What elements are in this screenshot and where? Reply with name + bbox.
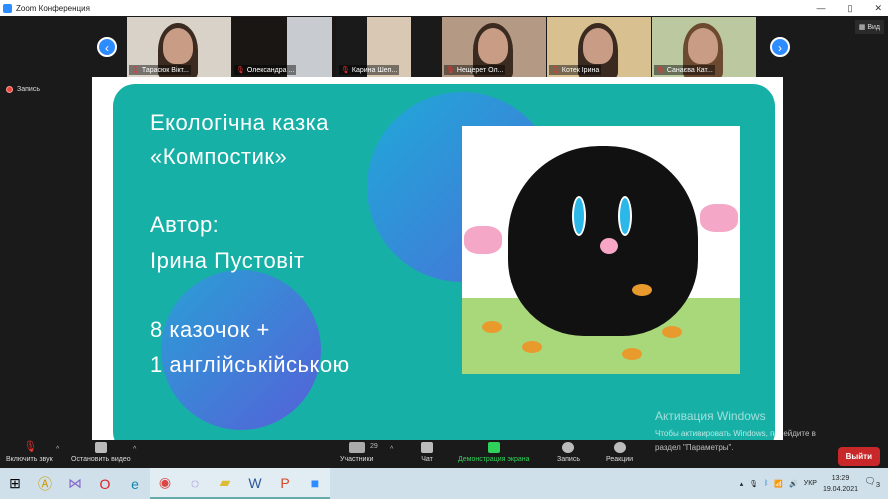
volume-icon[interactable]: 🔊 <box>789 480 798 488</box>
language-indicator[interactable]: УКР <box>804 480 817 487</box>
maximize-button[interactable]: ▯ <box>848 0 853 16</box>
clock[interactable]: 13:29 19.04.2021 <box>823 473 858 495</box>
recording-indicator[interactable]: Запись <box>6 86 40 93</box>
minimize-button[interactable]: — <box>817 0 826 16</box>
notifications-button[interactable]: 🗨3 <box>864 476 880 489</box>
opera-icon[interactable]: O <box>90 468 120 499</box>
edge-icon[interactable]: e <box>120 468 150 499</box>
zoom-logo-icon <box>3 3 12 13</box>
video-options-caret[interactable]: ^ <box>133 446 136 453</box>
record-icon <box>562 442 575 453</box>
participants-button[interactable]: Участники <box>340 442 373 463</box>
chat-icon <box>421 442 433 453</box>
mic-muted-icon: 🎙 <box>131 67 140 74</box>
word-icon[interactable]: W <box>240 468 270 499</box>
windows-activation-hint: Чтобы активировать Windows, перейдите вр… <box>655 429 816 452</box>
reactions-icon <box>613 442 626 453</box>
viber-icon[interactable]: ◌ <box>180 468 210 499</box>
app-icon[interactable]: Ⓐ <box>30 468 60 499</box>
close-button[interactable]: ✕ <box>874 0 882 16</box>
leave-button[interactable]: Выйти <box>837 447 880 466</box>
slide: Екологічна казка «Компостик» Автор: Ірин… <box>113 84 775 440</box>
audio-options-caret[interactable]: ^ <box>56 446 59 453</box>
tales-count: 8 казочок + <box>150 317 270 342</box>
start-icon[interactable]: ⊞ <box>0 468 30 499</box>
chat-button[interactable]: Чат <box>421 442 433 463</box>
slide-title: Екологічна казка <box>150 110 330 135</box>
participant-video[interactable]: 🎙 Нещерет Ол... <box>442 17 546 77</box>
windows-activation-watermark: Активация Windows <box>655 409 766 423</box>
participant-video[interactable]: 🎙 Тарасюк Вікт... <box>127 17 231 77</box>
participants-options-caret[interactable]: ^ <box>390 446 393 453</box>
show-hidden-icons[interactable]: ▴ <box>740 480 744 488</box>
zoom-icon[interactable]: ■ <box>300 468 330 499</box>
mic-muted-icon: 🎙 <box>23 441 38 453</box>
camera-icon <box>94 442 107 453</box>
mic-muted-icon: 🎙 <box>551 67 560 74</box>
chrome-icon[interactable]: ◉ <box>150 468 180 499</box>
author-label: Автор: <box>150 212 220 237</box>
network-icon[interactable]: 📶 <box>774 480 783 488</box>
record-button[interactable]: Запись <box>557 442 580 463</box>
participant-video[interactable]: 🎙 Котек Ірина <box>547 17 651 77</box>
window-title: Zoom Конференция <box>16 3 90 13</box>
share-screen-button[interactable]: Демонстрация экрана <box>458 442 530 463</box>
slide-subtitle: «Компостик» <box>150 144 288 169</box>
stop-video-button[interactable]: Остановить видео <box>71 442 131 463</box>
microphone-icon[interactable]: 🎙 <box>749 480 758 488</box>
author-name: Ірина Пустовіт <box>150 248 305 273</box>
system-tray: ▴ 🎙 ᛒ 📶 🔊 УКР 13:29 19.04.2021 <box>740 468 858 499</box>
view-button[interactable]: ▦ Вид <box>854 20 884 34</box>
mic-muted-icon: 🎙 <box>341 67 350 74</box>
prev-page-button[interactable]: ‹ <box>97 37 117 57</box>
title-bar: Zoom Конференция — ▯ ✕ <box>0 0 888 16</box>
bluetooth-icon[interactable]: ᛒ <box>764 480 768 487</box>
tales-count-english: 1 англійськійською <box>150 352 350 377</box>
participant-video[interactable]: 🎙 Санаєва Кат... <box>652 17 756 77</box>
participants-count: 29 <box>370 443 378 450</box>
kompostyk-illustration <box>462 126 740 374</box>
participants-icon <box>348 442 365 453</box>
shared-screen: Екологічна казка «Компостик» Автор: Ірин… <box>92 77 783 440</box>
powerpoint-icon[interactable]: P <box>270 468 300 499</box>
mic-muted-icon: 🎙 <box>656 67 665 74</box>
participant-video[interactable]: 🎙 Олександра ... <box>232 17 336 77</box>
mic-muted-icon: 🎙 <box>236 67 245 74</box>
file-explorer-icon[interactable]: ▰ <box>210 468 240 499</box>
next-page-button[interactable]: › <box>770 37 790 57</box>
unmute-button[interactable]: 🎙 Включить звук <box>6 441 53 464</box>
decorative-circle <box>161 270 321 430</box>
record-icon <box>6 86 13 93</box>
participant-video[interactable]: 🎙 Карина Шеп... <box>337 17 441 77</box>
visual-studio-icon[interactable]: ⋈ <box>60 468 90 499</box>
mic-muted-icon: 🎙 <box>446 67 455 74</box>
participant-strip: 🎙 Тарасюк Вікт... 🎙 Олександра ... 🎙 Карина… <box>127 17 756 77</box>
reactions-button[interactable]: Реакции <box>606 442 633 463</box>
share-screen-icon <box>487 442 500 453</box>
